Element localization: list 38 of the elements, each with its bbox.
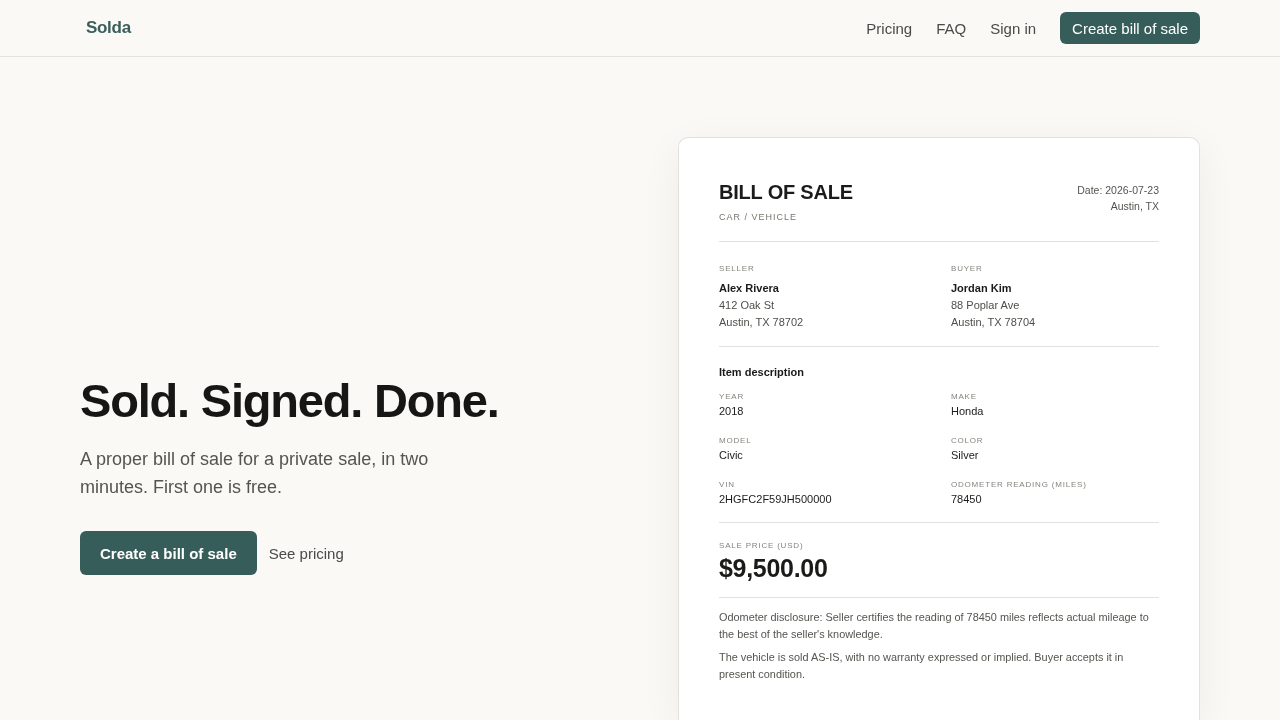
- nav-link[interactable]: FAQ: [936, 19, 967, 37]
- document-date: Date: 2026-07-23: [1077, 183, 1159, 198]
- field-value: Honda: [951, 404, 985, 419]
- nav-link[interactable]: Sign in: [990, 19, 1037, 37]
- address-line: Austin, TX 78704: [951, 315, 1037, 330]
- field-value: Civic: [719, 448, 744, 463]
- field-label: SALE PRICE (USD): [719, 540, 805, 552]
- address-line: 88 Poplar Ave: [951, 298, 1021, 313]
- document-location: Austin, TX: [1109, 199, 1159, 214]
- create-button[interactable]: Create bill of sale: [1060, 12, 1200, 44]
- disclosure-text: Odometer disclosure: Seller certifies the reading of 78450 miles reflects actual mileage to the best of the seller's knowledge.: [719, 610, 1150, 642]
- section-heading: Item description: [719, 365, 805, 379]
- field-label: ODOMETER READING (MILES): [951, 479, 1088, 491]
- field-label: SELLER: [719, 263, 756, 275]
- hero-heading: Sold. Signed. Done.: [80, 373, 500, 429]
- field-label: VIN: [719, 479, 736, 491]
- party-name: Jordan Kim: [951, 281, 1013, 296]
- field-label: MAKE: [951, 391, 978, 403]
- nav-link[interactable]: Pricing: [866, 19, 913, 37]
- pricing-link[interactable]: See pricing: [268, 544, 344, 562]
- field-label: COLOR: [951, 435, 985, 447]
- document-category: CAR / VEHICLE: [719, 212, 799, 222]
- field-value: 2018: [719, 404, 745, 419]
- create-button[interactable]: Create a bill of sale: [80, 531, 257, 575]
- sale-price: $9,500.00: [719, 554, 829, 582]
- document-title: BILL OF SALE: [719, 180, 853, 204]
- field-value: Silver: [951, 448, 980, 463]
- field-label: BUYER: [951, 263, 984, 275]
- logo[interactable]: Solda: [86, 18, 131, 38]
- party-name: Alex Rivera: [719, 281, 780, 296]
- field-value: 78450: [951, 492, 983, 507]
- hero-subtitle: A proper bill of sale for a private sale, in two minutes. First one is free.: [80, 448, 430, 499]
- field-label: YEAR: [719, 391, 745, 403]
- address-line: 412 Oak St: [719, 298, 776, 313]
- field-label: MODEL: [719, 435, 753, 447]
- disclosure-text: The vehicle is sold AS-IS, with no warranty expressed or implied. Buyer accepts it in present condition.: [719, 650, 1125, 682]
- address-line: Austin, TX 78702: [719, 315, 805, 330]
- field-value: 2HGFC2F59JH500000: [719, 492, 833, 507]
